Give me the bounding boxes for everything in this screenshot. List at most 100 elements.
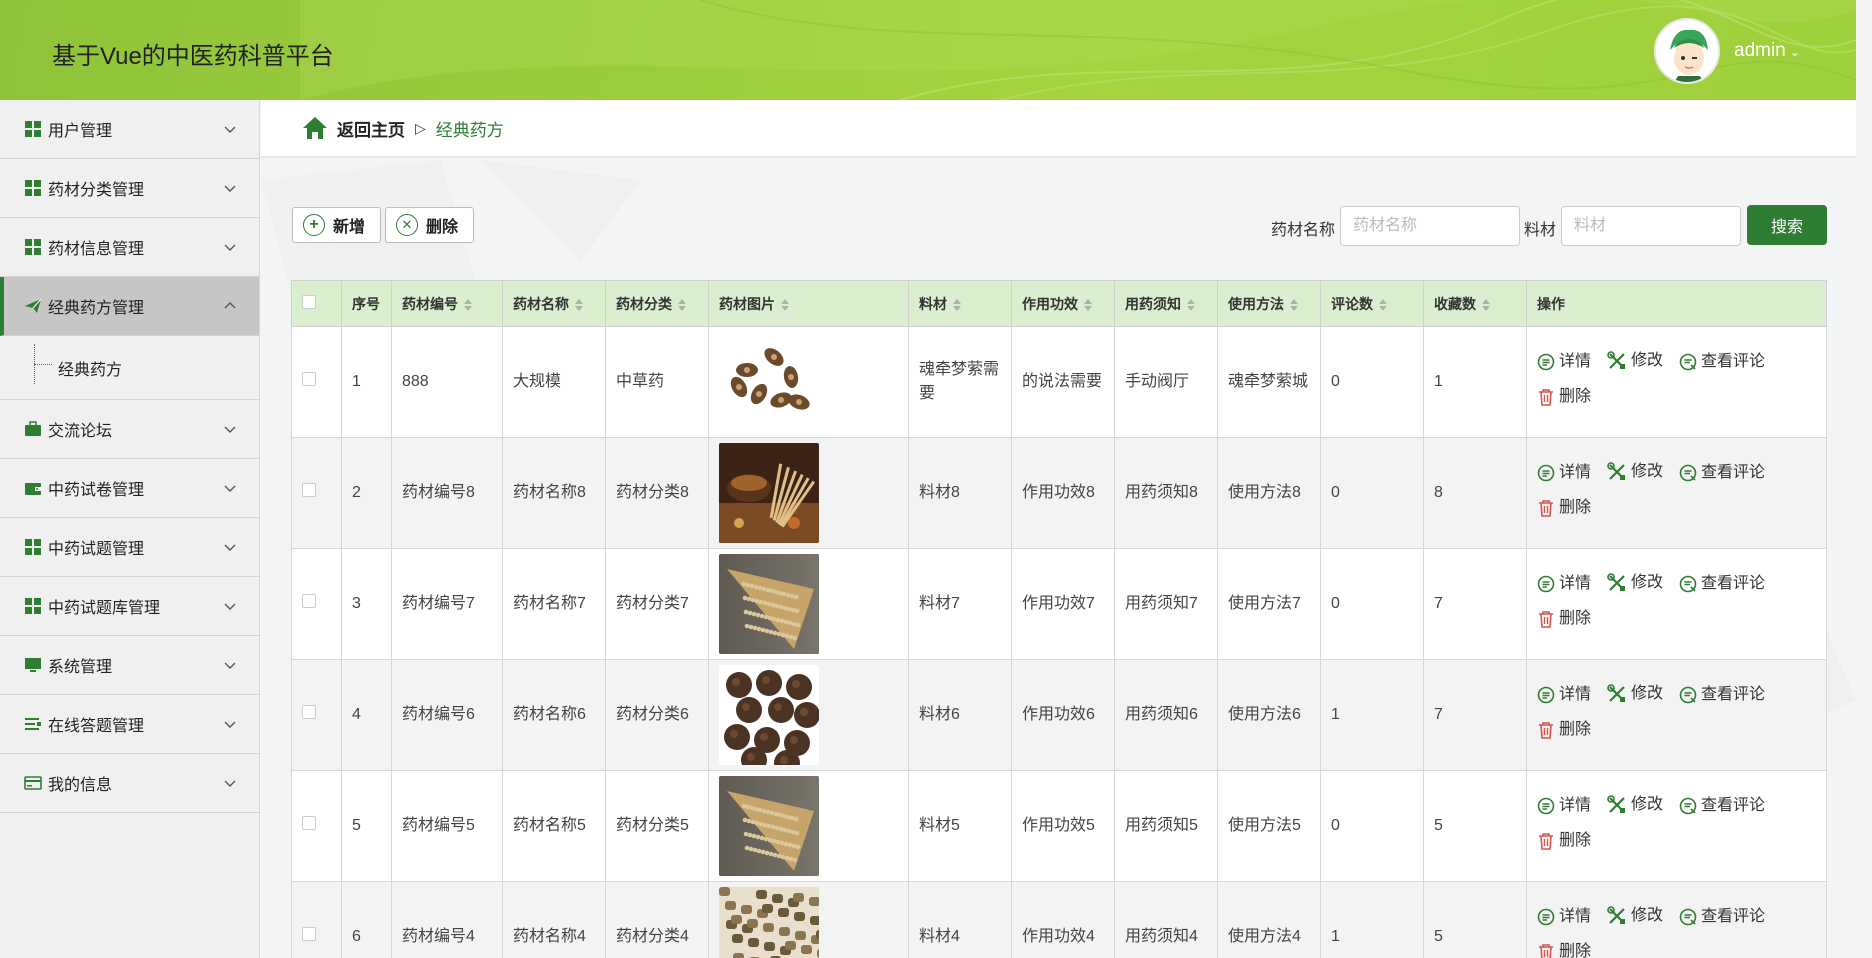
sort-icon[interactable] <box>464 298 472 311</box>
detail-button[interactable]: 详情 <box>1537 458 1591 488</box>
list-icon <box>24 715 42 733</box>
sort-icon[interactable] <box>1187 298 1195 311</box>
cell-name: 药材名称4 <box>502 881 606 958</box>
sidebar-item[interactable]: 药材信息管理 <box>0 218 259 277</box>
select-all-checkbox[interactable] <box>302 295 316 309</box>
edit-button[interactable]: 修改 <box>1607 568 1663 598</box>
user-menu[interactable]: admin ⌄ <box>1734 40 1800 62</box>
user-avatar[interactable] <box>1654 18 1720 84</box>
column-header[interactable]: 收藏数 <box>1423 280 1527 327</box>
cell-material: 料材8 <box>908 437 1012 549</box>
row-checkbox[interactable] <box>302 705 316 719</box>
sidebar-item-label: 药材信息管理 <box>48 241 145 258</box>
sidebar-item-label: 交流论坛 <box>48 423 113 440</box>
row-delete-button[interactable]: 删除 <box>1537 604 1591 634</box>
sidebar-item[interactable]: 在线答题管理 <box>0 695 259 754</box>
cell-actions: 详情 修改 查看评论删除 <box>1526 881 1827 958</box>
sort-icon[interactable] <box>575 298 583 311</box>
edit-button[interactable]: 修改 <box>1607 901 1663 931</box>
detail-button[interactable]: 详情 <box>1537 347 1591 377</box>
view-comments-button[interactable]: 查看评论 <box>1679 347 1765 377</box>
sort-icon[interactable] <box>678 298 686 311</box>
medicine-thumbnail[interactable] <box>719 887 819 958</box>
sort-icon[interactable] <box>1482 298 1490 311</box>
sort-icon[interactable] <box>781 298 789 311</box>
medicine-thumbnail[interactable] <box>719 443 819 543</box>
row-delete-button[interactable]: 删除 <box>1537 382 1591 412</box>
chevron-down-icon <box>223 122 237 136</box>
view-comments-button[interactable]: 查看评论 <box>1679 569 1765 599</box>
view-comments-button[interactable]: 查看评论 <box>1679 458 1765 488</box>
detail-button[interactable]: 详情 <box>1537 680 1591 710</box>
sort-icon[interactable] <box>1379 298 1387 311</box>
row-delete-button[interactable]: 删除 <box>1537 715 1591 745</box>
cell-name: 药材名称8 <box>502 437 606 549</box>
view-comments-button-label: 查看评论 <box>1701 353 1766 370</box>
sort-icon[interactable] <box>1084 298 1092 311</box>
row-delete-button[interactable]: 删除 <box>1537 493 1591 523</box>
column-header[interactable]: 作用功效 <box>1011 280 1115 327</box>
column-header[interactable]: 药材分类 <box>605 280 709 327</box>
sidebar-item[interactable]: 用户管理 <box>0 100 259 159</box>
sidebar-item[interactable]: 中药试题库管理 <box>0 577 259 636</box>
view-comments-button-label: 查看评论 <box>1701 464 1766 481</box>
detail-button-label: 详情 <box>1559 353 1592 370</box>
sidebar-item[interactable]: 中药试题管理 <box>0 518 259 577</box>
sidebar-item[interactable]: 中药试卷管理 <box>0 459 259 518</box>
medicine-thumbnail[interactable] <box>719 776 819 876</box>
view-comments-button[interactable]: 查看评论 <box>1679 791 1765 821</box>
column-header[interactable]: 使用方法 <box>1217 280 1321 327</box>
column-header[interactable]: 药材编号 <box>391 280 503 327</box>
sidebar-item[interactable]: 药材分类管理 <box>0 159 259 218</box>
detail-button[interactable]: 详情 <box>1537 902 1591 932</box>
trash-icon <box>1539 833 1553 850</box>
comment-search-icon <box>1679 353 1697 371</box>
sidebar-item[interactable]: 经典药方管理 <box>0 277 259 336</box>
detail-button-label: 详情 <box>1559 686 1592 703</box>
edit-button[interactable]: 修改 <box>1607 679 1663 709</box>
edit-button[interactable]: 修改 <box>1607 346 1663 376</box>
cell-code: 药材编号4 <box>391 881 503 958</box>
column-header[interactable]: 料材 <box>908 280 1012 327</box>
chevron-down-icon: ⌄ <box>1789 45 1800 59</box>
home-icon[interactable] <box>301 115 329 141</box>
view-comments-button[interactable]: 查看评论 <box>1679 902 1765 932</box>
row-checkbox[interactable] <box>302 927 316 941</box>
edit-button[interactable]: 修改 <box>1607 457 1663 487</box>
column-header[interactable]: 药材图片 <box>708 280 909 327</box>
view-comments-button[interactable]: 查看评论 <box>1679 680 1765 710</box>
row-checkbox[interactable] <box>302 372 316 386</box>
column-header-label: 药材图片 <box>719 295 775 312</box>
cell-index: 3 <box>341 548 392 660</box>
cell-comments: 0 <box>1320 548 1424 660</box>
sidebar-item[interactable]: 我的信息 <box>0 754 259 813</box>
column-header[interactable]: 药材名称 <box>502 280 606 327</box>
row-checkbox[interactable] <box>302 594 316 608</box>
delete-button[interactable]: ✕ 删除 <box>385 207 474 243</box>
sort-icon[interactable] <box>1290 298 1298 311</box>
search-button[interactable]: 搜索 <box>1747 205 1827 245</box>
sidebar-item[interactable]: 系统管理 <box>0 636 259 695</box>
breadcrumb-home-link[interactable]: 返回主页 <box>337 116 405 141</box>
search-name-input[interactable] <box>1340 206 1520 246</box>
cell-effect: 作用功效5 <box>1011 770 1115 882</box>
medicine-thumbnail[interactable] <box>719 332 819 432</box>
row-checkbox[interactable] <box>302 483 316 497</box>
add-button[interactable]: + 新增 <box>292 207 381 243</box>
detail-icon <box>1537 908 1555 926</box>
column-header[interactable]: 评论数 <box>1320 280 1424 327</box>
sidebar-subitem[interactable]: 经典药方 <box>0 336 259 400</box>
sidebar-item[interactable]: 交流论坛 <box>0 400 259 459</box>
medicine-thumbnail[interactable] <box>719 554 819 654</box>
row-delete-button[interactable]: 删除 <box>1537 826 1591 856</box>
search-material-input[interactable] <box>1561 206 1741 246</box>
detail-button[interactable]: 详情 <box>1537 791 1591 821</box>
row-delete-button[interactable]: 删除 <box>1537 937 1591 958</box>
medicine-thumbnail[interactable] <box>719 665 819 765</box>
edit-button[interactable]: 修改 <box>1607 790 1663 820</box>
sort-icon[interactable] <box>953 298 961 311</box>
chevron-down-icon <box>223 599 237 613</box>
row-checkbox[interactable] <box>302 816 316 830</box>
column-header[interactable]: 用药须知 <box>1114 280 1218 327</box>
detail-button[interactable]: 详情 <box>1537 569 1591 599</box>
